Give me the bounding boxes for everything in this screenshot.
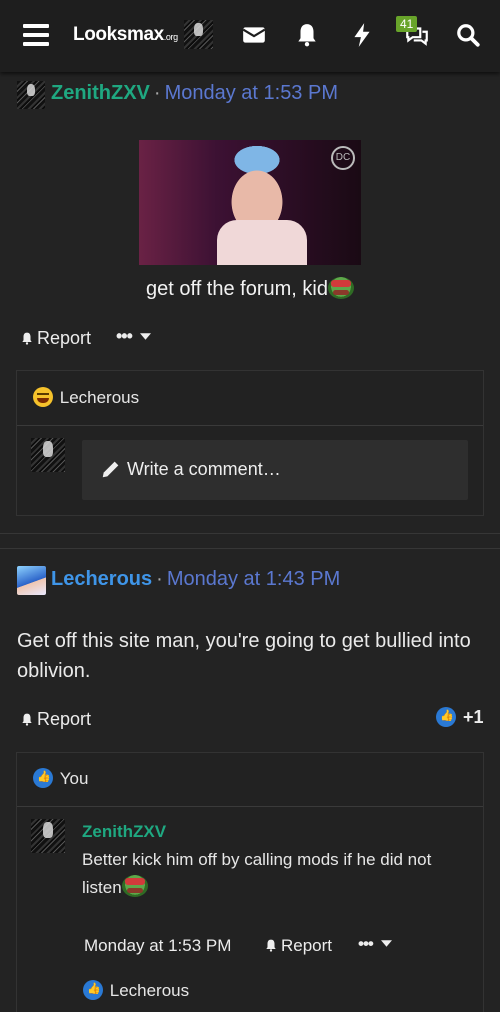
bell-icon	[266, 939, 276, 952]
like-button[interactable]: +1	[436, 707, 484, 728]
separator-dot: ·	[153, 82, 161, 104]
logo-suffix: .org	[163, 32, 178, 42]
report-label: Report	[37, 328, 92, 348]
ellipsis-icon: •••	[358, 934, 374, 953]
bell-icon	[22, 332, 32, 345]
site-logo[interactable]: Looksmax.org	[73, 24, 178, 46]
separator-dot: ·	[156, 568, 163, 590]
post-caption: get off the forum, kid	[0, 277, 500, 301]
reaction-user[interactable]: Lecherous	[60, 388, 139, 407]
inbox-icon[interactable]	[241, 22, 267, 48]
post-author-name[interactable]: ZenithZXV	[51, 82, 150, 104]
report-label: Report	[37, 709, 92, 729]
reply-author-avatar[interactable]	[31, 819, 65, 853]
post-body: Get off this site man, you're going to g…	[17, 630, 471, 682]
post-author-name[interactable]: Lecherous	[51, 568, 152, 590]
menu-icon[interactable]	[23, 24, 49, 46]
post-timestamp[interactable]: Monday at 1:43 PM	[167, 568, 340, 590]
chevron-down-icon	[380, 940, 392, 947]
reply-author-name[interactable]: ZenithZXV	[82, 818, 472, 846]
chevron-down-icon	[139, 333, 151, 340]
post-header: Lecherous · Monday at 1:43 PM	[51, 568, 340, 591]
pencil-icon	[102, 461, 119, 478]
reaction-user[interactable]: Lecherous	[110, 981, 189, 1000]
comment-placeholder: Write a comment…	[127, 459, 281, 479]
post-divider	[0, 548, 500, 549]
reply-report-button[interactable]: Report	[264, 936, 332, 956]
divider	[17, 806, 483, 807]
more-options-menu[interactable]: •••	[116, 326, 151, 347]
reaction-count: +1	[463, 707, 484, 727]
logo-text: Looksmax	[73, 24, 164, 45]
write-comment-input[interactable]: Write a comment…	[82, 440, 468, 500]
reply-more-options-menu[interactable]: •••	[358, 934, 392, 954]
bell-icon	[22, 713, 32, 726]
reply-text-wrap: Better kick him off by calling mods if h…	[82, 846, 472, 902]
post-timestamp[interactable]: Monday at 1:53 PM	[165, 82, 338, 104]
lightning-icon[interactable]	[349, 22, 375, 48]
top-navigation-bar: Looksmax.org 41	[0, 0, 500, 72]
gif-watermark-logo: DC	[331, 146, 355, 170]
pepe-emoji-icon	[121, 875, 148, 897]
reaction-user[interactable]: You	[60, 769, 89, 788]
reply-timestamp[interactable]: Monday at 1:53 PM	[84, 936, 231, 956]
ellipsis-icon: •••	[116, 326, 133, 346]
like-reaction-icon	[83, 980, 103, 1000]
caption-text: get off the forum, kid	[146, 278, 328, 300]
post-header: ZenithZXV · Monday at 1:53 PM	[51, 82, 338, 105]
reply-reaction-summary[interactable]: Lecherous	[83, 980, 189, 1001]
report-button[interactable]: Report	[20, 328, 91, 349]
reaction-summary[interactable]: Lecherous	[33, 387, 139, 408]
pepe-emoji-icon	[327, 277, 354, 299]
post-author-avatar[interactable]	[17, 81, 45, 109]
alerts-badge: 41	[396, 16, 418, 32]
like-icon	[436, 707, 456, 727]
commenter-avatar	[31, 438, 65, 472]
like-reaction-icon	[33, 768, 53, 788]
reply-comment: ZenithZXV Better kick him off by calling…	[82, 818, 472, 902]
reaction-summary[interactable]: You	[33, 768, 88, 789]
search-icon[interactable]	[455, 22, 481, 48]
post-author-avatar[interactable]	[17, 566, 46, 595]
report-button[interactable]: Report	[20, 709, 91, 730]
user-avatar[interactable]	[184, 20, 213, 49]
divider	[17, 425, 483, 426]
gif-image[interactable]: DC	[139, 140, 361, 265]
report-label: Report	[281, 936, 333, 955]
laugh-reaction-icon	[33, 387, 53, 407]
bell-icon[interactable]	[294, 22, 320, 48]
post-divider	[0, 533, 500, 534]
